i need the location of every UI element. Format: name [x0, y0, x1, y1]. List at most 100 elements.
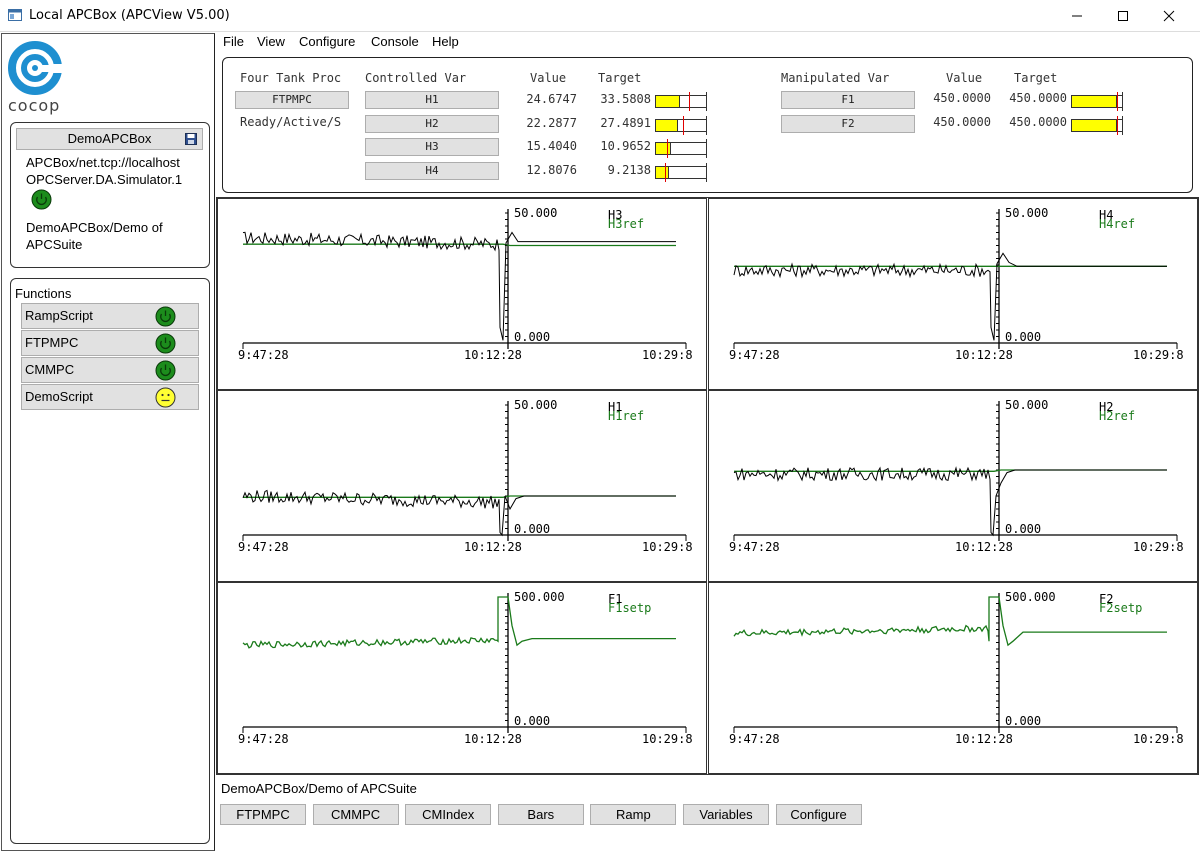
x-end-label: 10:29:8 — [642, 732, 693, 746]
x-start-label: 9:47:28 — [238, 348, 289, 362]
app-icon — [8, 9, 22, 21]
x-mid-label: 10:12:28 — [955, 732, 1013, 746]
y-max-label: 500.000 — [514, 590, 565, 604]
cv-button-h1[interactable]: H1 — [365, 91, 499, 109]
cv-target: 10.9652 — [600, 139, 651, 153]
x-start-label: 9:47:28 — [729, 348, 780, 362]
cv-h1-bar — [655, 92, 707, 111]
y-max-label: 50.000 — [514, 206, 557, 220]
window-title: Local APCBox (APCView V5.00) — [29, 8, 230, 23]
cv-h2-bar-fill — [656, 119, 678, 131]
mv-button-f1[interactable]: F1 — [781, 91, 915, 109]
cv-h2-target-marker — [682, 115, 684, 135]
close-icon[interactable] — [1146, 0, 1192, 32]
function-item-rampscript[interactable]: RampScript — [21, 303, 199, 329]
series-label-reference: H2ref — [1099, 409, 1135, 423]
trend-plot-h2[interactable]: 50.000 0.000 H2 H2ref 9:47:28 10:12:28 10:29:8 — [708, 390, 1198, 582]
save-icon[interactable] — [185, 133, 197, 145]
controller-button[interactable]: FTPMPC — [235, 91, 349, 109]
cv-button-h4[interactable]: H4 — [365, 161, 499, 180]
connection-line-2: OPCServer.DA.Simulator.1 — [26, 172, 183, 187]
mv-f1-bar-end — [1122, 92, 1123, 111]
bottom-panel: DemoAPCBox/Demo of APCSuite FTPMPC CMMPC C… — [217, 777, 1199, 852]
y-max-label: 500.000 — [1005, 590, 1056, 604]
cv-value-header: Value — [530, 71, 567, 85]
mv-f2-bar — [1071, 115, 1123, 135]
x-start-label: 9:47:28 — [729, 540, 780, 554]
cv-button-h2[interactable]: H2 — [365, 114, 499, 133]
minimize-icon[interactable] — [1054, 0, 1100, 32]
cv-h1-bar-fill — [656, 96, 680, 107]
process-name: Four Tank Proc — [240, 71, 342, 85]
cv-h1-bar-end — [706, 92, 707, 111]
mv-button-f2[interactable]: F2 — [781, 114, 915, 133]
cv-value: 12.8076 — [526, 162, 577, 177]
x-mid-label: 10:12:28 — [464, 348, 522, 362]
trend-plot-svg: 500.0000.000F1F1setp9:47:28 10:12:28 10:29… — [238, 590, 693, 746]
menu-configure[interactable]: Configure — [299, 34, 355, 49]
menu-console[interactable]: Console — [371, 34, 419, 49]
maximize-icon[interactable] — [1100, 0, 1146, 32]
bottom-button-cmindex[interactable]: CMIndex — [405, 804, 492, 825]
series-label-reference: F1setp — [608, 601, 651, 615]
trend-plot-h1[interactable]: 50.000 0.000 H1 H1ref 9:47:28 10:12:28 10:29:8 — [217, 390, 707, 582]
menu-view[interactable]: View — [257, 34, 285, 49]
cv-h4-bar-fill — [656, 166, 669, 178]
function-item-cmmpc[interactable]: CMMPC — [21, 357, 199, 383]
x-end-label: 10:29:8 — [1133, 540, 1184, 554]
mv-f2-target-marker — [1117, 115, 1118, 135]
bottom-button-ftpmpc[interactable]: FTPMPC — [220, 804, 306, 825]
trend-plot-h3[interactable]: 50.000 0.000 H3 H3ref 9:47:28 10:12:28 10:29:8 — [217, 198, 707, 390]
x-end-label: 10:29:8 — [1133, 348, 1184, 362]
apcbox-title-button[interactable]: DemoAPCBox — [16, 128, 203, 150]
y-max-label: 50.000 — [1005, 398, 1048, 412]
cv-h2-bar — [655, 115, 707, 135]
trend-plot-svg: 500.0000.000F2F2setp9:47:28 10:12:28 10:29… — [729, 590, 1184, 746]
trend-plot-svg: 50.0000.000H2H2ref9:47:28 10:12:28 10:29:8 — [729, 398, 1184, 554]
bottom-button-ramp[interactable]: Ramp — [590, 804, 677, 825]
mv-value: 450.0000 — [933, 91, 991, 105]
x-mid-label: 10:12:28 — [955, 348, 1013, 362]
mv-f1-target-marker — [1117, 92, 1118, 111]
measured-line — [733, 466, 1167, 537]
menu-bar: File View Configure Console Help — [217, 33, 1199, 51]
series-label-reference: H1ref — [608, 409, 644, 423]
y-min-label: 0.000 — [514, 714, 550, 728]
functions-panel: Functions RampScript FTPMPC CMMPC DemoScrip… — [10, 278, 210, 844]
menu-file[interactable]: File — [223, 34, 244, 49]
bottom-button-configure[interactable]: Configure — [775, 804, 862, 825]
y-min-label: 0.000 — [1005, 522, 1041, 536]
title-bar: Local APCBox (APCView V5.00) — [0, 0, 1200, 32]
mv-target: 450.0000 — [1009, 114, 1067, 129]
function-item-demoscript[interactable]: DemoScript — [21, 384, 199, 410]
x-end-label: 10:29:8 — [1133, 732, 1184, 746]
bottom-button-bars[interactable]: Bars — [497, 804, 584, 825]
mv-f2-bar-end — [1122, 115, 1123, 135]
cv-button-h3[interactable]: H3 — [365, 138, 499, 156]
apcbox-title: DemoAPCBox — [67, 131, 152, 146]
x-start-label: 9:47:28 — [238, 732, 289, 746]
cv-value: 24.6747 — [526, 92, 577, 106]
function-item-ftpmpc[interactable]: FTPMPC — [21, 330, 199, 356]
x-mid-label: 10:12:28 — [464, 540, 522, 554]
function-label: DemoScript — [25, 389, 93, 404]
cv-h3-bar — [655, 139, 707, 158]
trend-plot-f1[interactable]: 500.000 0.000 F1 F1setp 9:47:28 10:12:28 10:29… — [217, 582, 707, 774]
trend-plot-h4[interactable]: 50.000 0.000 H4 H4ref 9:47:28 10:12:28 10:29:8 — [708, 198, 1198, 390]
x-end-label: 10:29:8 — [642, 348, 693, 362]
function-label: RampScript — [25, 308, 93, 323]
mv-target-header: Target — [1014, 71, 1058, 85]
trend-plot-f2[interactable]: 500.000 0.000 F2 F2setp 9:47:28 10:12:28 10:29… — [708, 582, 1198, 774]
left-panel: cocop DemoAPCBox APCBox/net.tcp://localh… — [1, 33, 215, 851]
menu-help[interactable]: Help — [432, 34, 459, 49]
mv-value: 450.0000 — [933, 114, 991, 129]
mv-value-header: Value — [946, 71, 983, 85]
cv-value: 22.2877 — [526, 115, 577, 130]
trend-plot-svg: 50.0000.000H1H1ref9:47:28 10:12:28 10:29:8 — [238, 398, 693, 554]
bottom-button-cmmpc[interactable]: CMMPC — [312, 804, 399, 825]
x-mid-label: 10:12:28 — [464, 732, 522, 746]
cv-h3-bar-end — [706, 139, 707, 158]
bottom-button-variables[interactable]: Variables — [683, 804, 769, 825]
function-label: CMMPC — [25, 362, 75, 377]
y-min-label: 0.000 — [514, 330, 550, 344]
